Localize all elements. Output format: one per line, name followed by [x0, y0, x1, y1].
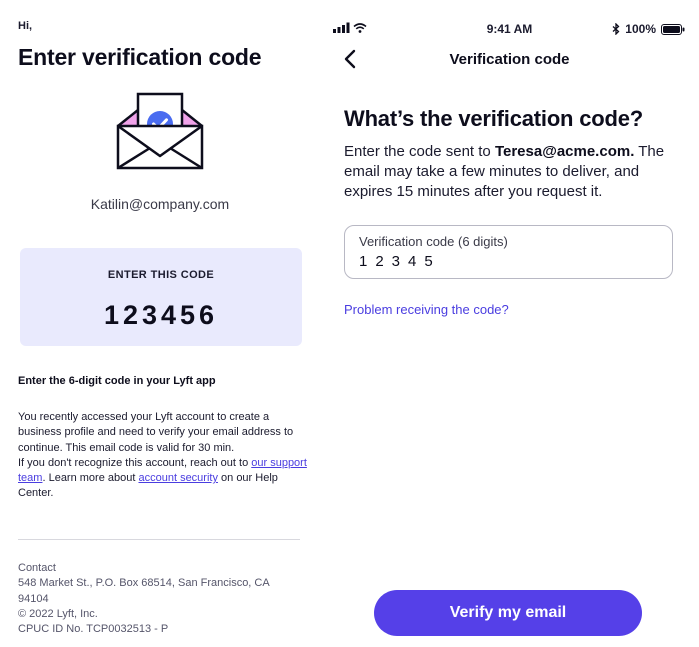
status-bar: 9:41 AM 100% — [320, 20, 699, 36]
email-footer: Contact 548 Market St., P.O. Box 68514, … — [18, 561, 308, 637]
verification-code-value[interactable]: 12345 — [359, 253, 441, 270]
page-description: Enter the code sent to Teresa@acme.com. … — [344, 142, 689, 202]
code-label: ENTER THIS CODE — [107, 269, 215, 281]
footer-address-line2: 94104 — [18, 592, 49, 605]
verification-code-input[interactable]: Verification code (6 digits) 12345 — [344, 225, 673, 279]
verification-code: 123456 — [103, 300, 219, 330]
envelope-icon — [116, 92, 204, 170]
body-line2-pre: If you don't recognize this account, rea… — [18, 456, 252, 469]
battery-percent: 100% — [625, 22, 656, 36]
instruction-heading: Enter the 6-digit code in your Lyft app — [18, 375, 216, 387]
app-screen: 9:41 AM 100% Verification code What’s th… — [320, 0, 699, 647]
footer-cpuc: CPUC ID No. TCP0032513 - P — [18, 623, 169, 636]
page-heading: What’s the verification code? — [344, 106, 643, 131]
greeting: Hi, — [18, 20, 33, 32]
footer-address-line1: 548 Market St., P.O. Box 68514, San Fran… — [18, 577, 270, 590]
account-security-link[interactable]: account security — [138, 472, 217, 484]
email-title: Enter verification code — [18, 44, 262, 70]
verify-email-button[interactable]: Verify my email — [374, 590, 642, 636]
footer-contact: Contact — [18, 562, 56, 574]
footer-divider — [18, 539, 300, 540]
code-card: ENTER THIS CODE 123456 — [20, 248, 302, 346]
nav-title: Verification code — [449, 51, 570, 68]
verification-email: Hi, Enter verification code Katilin@comp… — [0, 0, 320, 647]
body-paragraph: You recently accessed your Lyft account … — [18, 411, 294, 454]
status-right: 100% — [612, 22, 685, 36]
battery-icon — [661, 23, 685, 35]
email-body: You recently accessed your Lyft account … — [18, 410, 308, 502]
bluetooth-icon — [612, 23, 620, 35]
footer-copyright: © 2022 Lyft, Inc. — [18, 607, 98, 620]
description-email: Teresa@acme.com. — [494, 143, 635, 160]
description-pre: Enter the code sent to — [344, 143, 495, 160]
verification-code-label: Verification code (6 digits) — [359, 234, 508, 249]
body-line2-mid: . Learn more about — [42, 472, 139, 485]
problem-receiving-link[interactable]: Problem receiving the code? — [344, 302, 509, 317]
recipient-email: Katilin@company.com — [90, 196, 230, 212]
